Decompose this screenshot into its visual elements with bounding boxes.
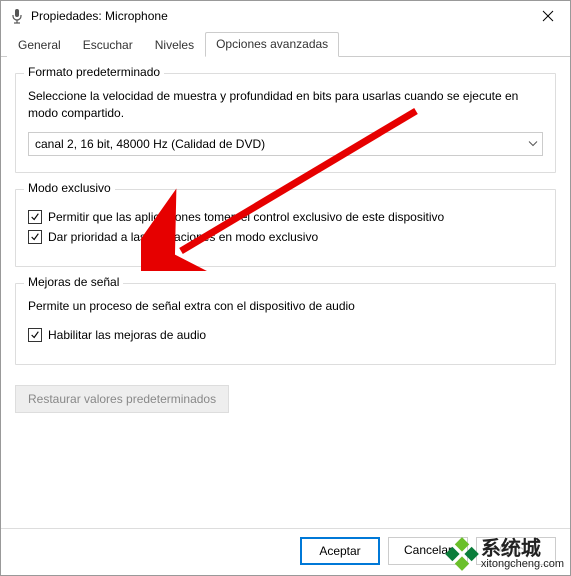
- divider: [1, 528, 570, 529]
- label-exclusive-control: Permitir que las aplicaciones tomen el c…: [48, 210, 444, 224]
- ok-button[interactable]: Aceptar: [300, 537, 380, 565]
- microphone-icon: [9, 8, 25, 24]
- signal-description: Permite un proceso de señal extra con el…: [28, 298, 543, 315]
- properties-dialog: Propiedades: Microphone General Escuchar…: [0, 0, 571, 576]
- group-modo-exclusivo: Modo exclusivo Permitir que las aplicaci…: [15, 189, 556, 267]
- cancel-button[interactable]: Cancelar: [388, 537, 468, 565]
- group-title-mejoras: Mejoras de señal: [24, 275, 123, 289]
- tab-general[interactable]: General: [7, 33, 72, 57]
- chevron-down-icon: [528, 138, 538, 149]
- checkbox-exclusive-priority[interactable]: [28, 230, 42, 244]
- apply-button[interactable]: Aplicar: [476, 537, 556, 565]
- check-icon: [30, 330, 40, 340]
- label-exclusive-priority: Dar prioridad a las aplicaciones en modo…: [48, 230, 318, 244]
- close-button[interactable]: [525, 1, 570, 31]
- label-audio-enhancements: Habilitar las mejoras de audio: [48, 328, 206, 342]
- group-title-exclusivo: Modo exclusivo: [24, 181, 115, 195]
- format-description: Seleccione la velocidad de muestra y pro…: [28, 88, 543, 122]
- default-format-select[interactable]: canal 2, 16 bit, 48000 Hz (Calidad de DV…: [28, 132, 543, 156]
- tab-escuchar[interactable]: Escuchar: [72, 33, 144, 57]
- checkbox-row-audio-enhancements[interactable]: Habilitar las mejoras de audio: [28, 328, 543, 342]
- check-icon: [30, 212, 40, 222]
- checkbox-row-exclusive-control[interactable]: Permitir que las aplicaciones tomen el c…: [28, 210, 543, 224]
- window-title: Propiedades: Microphone: [31, 9, 525, 23]
- checkbox-audio-enhancements[interactable]: [28, 328, 42, 342]
- group-title-formato: Formato predeterminado: [24, 65, 164, 79]
- restore-defaults-button[interactable]: Restaurar valores predeterminados: [15, 385, 229, 413]
- tab-opciones-avanzadas[interactable]: Opciones avanzadas: [205, 32, 339, 57]
- checkbox-row-exclusive-priority[interactable]: Dar prioridad a las aplicaciones en modo…: [28, 230, 543, 244]
- default-format-value: canal 2, 16 bit, 48000 Hz (Calidad de DV…: [35, 137, 265, 151]
- group-mejoras-senal: Mejoras de señal Permite un proceso de s…: [15, 283, 556, 366]
- close-icon: [542, 10, 554, 22]
- dialog-buttons: Aceptar Cancelar Aplicar: [300, 537, 556, 565]
- check-icon: [30, 232, 40, 242]
- tab-strip: General Escuchar Niveles Opciones avanza…: [1, 31, 570, 57]
- titlebar: Propiedades: Microphone: [1, 1, 570, 31]
- group-formato-predeterminado: Formato predeterminado Seleccione la vel…: [15, 73, 556, 173]
- checkbox-exclusive-control[interactable]: [28, 210, 42, 224]
- tab-niveles[interactable]: Niveles: [144, 33, 205, 57]
- tab-content: Formato predeterminado Seleccione la vel…: [1, 57, 570, 365]
